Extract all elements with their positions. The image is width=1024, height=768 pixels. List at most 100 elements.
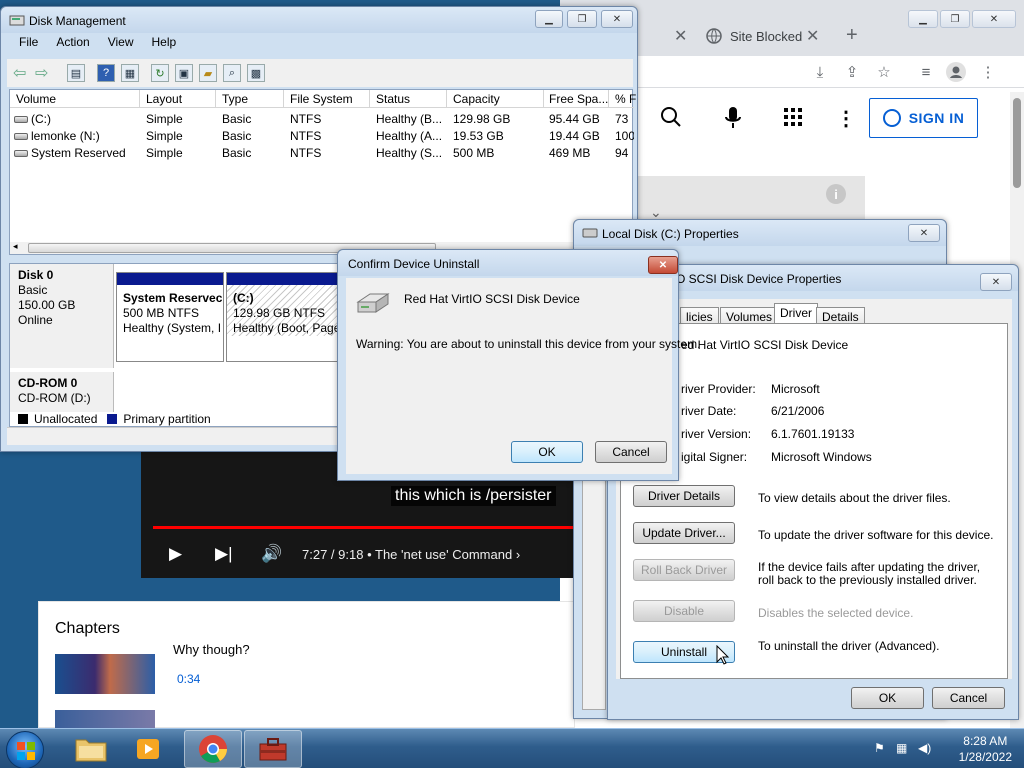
menu-icon[interactable]: ⋮: [978, 62, 998, 82]
chapter-title[interactable]: The 'net use' Command: [375, 547, 512, 562]
info-icon[interactable]: i: [826, 184, 846, 204]
legend-primary: Primary partition: [123, 412, 211, 426]
confirm-device-uninstall-dialog: Confirm Device Uninstall ✕ Red Hat VirtI…: [337, 249, 700, 481]
console-tree-icon[interactable]: ▤: [67, 64, 85, 82]
column-header[interactable]: Capacity: [453, 92, 500, 106]
close-button[interactable]: ✕: [980, 273, 1012, 291]
microphone-icon[interactable]: [724, 106, 742, 133]
layout-cell: Simple: [146, 112, 183, 126]
disk0-label[interactable]: Disk 0 Basic 150.00 GB Online: [10, 264, 114, 368]
chapter-thumbnail[interactable]: [55, 710, 155, 728]
menu-help[interactable]: Help: [152, 35, 177, 57]
column-header[interactable]: File System: [290, 92, 353, 106]
maximize-button[interactable]: ❐: [940, 10, 970, 28]
volume-icon[interactable]: 🔊: [261, 544, 282, 564]
table-row[interactable]: System Reserved Simple Basic NTFS Health…: [10, 144, 634, 161]
action-center-icon[interactable]: ⚑: [874, 741, 890, 755]
mouse-cursor-icon: [716, 645, 730, 665]
minimize-button[interactable]: ▁: [535, 10, 563, 28]
refresh-icon[interactable]: ↻: [151, 64, 169, 82]
sign-in-button[interactable]: SIGN IN: [869, 98, 978, 138]
network-icon[interactable]: ▦: [896, 741, 912, 755]
column-header[interactable]: Layout: [146, 92, 182, 106]
cancel-button[interactable]: Cancel: [932, 687, 1005, 709]
new-tab-button[interactable]: +: [846, 24, 858, 47]
disable-button[interactable]: Disable: [633, 600, 735, 622]
column-header[interactable]: Type: [222, 92, 248, 106]
help-icon[interactable]: ?: [97, 64, 115, 82]
digital-signer-label: igital Signer:: [681, 450, 748, 464]
video-caption: this which is /persister: [391, 486, 556, 506]
column-header[interactable]: Free Spa...: [549, 92, 608, 106]
dialog-body: Red Hat VirtIO SCSI Disk Device Warning:…: [346, 278, 700, 474]
menu-action[interactable]: Action: [56, 35, 89, 57]
column-header[interactable]: % F: [615, 92, 636, 106]
chapters-title: Chapters: [55, 620, 120, 637]
forward-arrow-icon[interactable]: ⇨: [35, 63, 48, 83]
close-button[interactable]: ✕: [908, 224, 940, 242]
next-icon[interactable]: ▶|: [215, 544, 233, 564]
partition-system-reserved[interactable]: System Reservec 500 MB NTFS Healthy (Sys…: [116, 272, 224, 362]
volume-icon[interactable]: ◀): [918, 741, 934, 755]
window-title: O SCSI Disk Device Properties: [676, 272, 842, 286]
tab-close-icon[interactable]: ✕: [806, 26, 819, 46]
share-icon[interactable]: ⇪: [842, 62, 862, 82]
download-icon[interactable]: ⤓: [810, 62, 830, 82]
cancel-button[interactable]: Cancel: [595, 441, 667, 463]
list-view-icon[interactable]: ▦: [121, 64, 139, 82]
clock-date: 1/28/2022: [958, 750, 1012, 764]
capacity-cell: 500 MB: [453, 146, 495, 160]
more-options-icon[interactable]: ⋮: [836, 106, 856, 131]
table-row[interactable]: (C:) Simple Basic NTFS Healthy (B... 129…: [10, 110, 634, 127]
legend: Unallocated Primary partition: [18, 412, 211, 426]
cdrom-label[interactable]: CD-ROM 0 CD-ROM (D:): [10, 372, 114, 412]
scroll-left-icon[interactable]: ◂: [13, 241, 18, 252]
media-player-taskbar-button[interactable]: [120, 730, 178, 768]
driver-details-button[interactable]: Driver Details: [633, 485, 735, 507]
ok-button[interactable]: OK: [851, 687, 924, 709]
column-header[interactable]: Status: [376, 92, 410, 106]
chapter-item-title[interactable]: Why though?: [173, 642, 250, 657]
free-space-cell: 469 MB: [549, 146, 591, 160]
chrome-taskbar-button[interactable]: [184, 730, 242, 768]
roll-back-driver-desc: If the device fails after updating the d…: [758, 560, 981, 587]
menu-file[interactable]: File: [19, 35, 38, 57]
chapter-thumbnail[interactable]: [55, 654, 155, 694]
table-row[interactable]: lemonke (N:) Simple Basic NTFS Healthy (…: [10, 127, 634, 144]
clock[interactable]: 8:28 AM 1/28/2022: [959, 733, 1012, 765]
filesystem-cell: NTFS: [290, 129, 322, 143]
explorer-taskbar-button[interactable]: [62, 730, 120, 768]
profile-icon[interactable]: [946, 62, 966, 82]
maximize-button[interactable]: ❐: [567, 10, 597, 28]
reading-list-icon[interactable]: ≡: [916, 62, 936, 82]
update-driver-button[interactable]: Update Driver...: [633, 522, 735, 544]
disk-state: Online: [18, 313, 53, 327]
close-button[interactable]: ✕: [972, 10, 1016, 28]
column-header[interactable]: Volume: [16, 92, 56, 106]
menu-view[interactable]: View: [108, 35, 134, 57]
back-arrow-icon[interactable]: ⇦: [13, 63, 26, 83]
filesystem-cell: NTFS: [290, 146, 322, 160]
video-progress-bar[interactable]: [153, 526, 573, 529]
ok-button[interactable]: OK: [511, 441, 583, 463]
minimize-button[interactable]: ▁: [908, 10, 938, 28]
toolbox-taskbar-button[interactable]: [244, 730, 302, 768]
apps-grid-icon[interactable]: [784, 108, 802, 129]
search-icon[interactable]: [660, 106, 682, 131]
status-cell: Healthy (B...: [376, 112, 443, 126]
search-icon[interactable]: ⌕: [223, 64, 241, 82]
close-button[interactable]: ✕: [601, 10, 633, 28]
play-icon[interactable]: ▶: [169, 544, 182, 564]
properties-icon[interactable]: ▩: [247, 64, 265, 82]
tab-close-icon[interactable]: ✕: [674, 26, 687, 46]
partition-status: Healthy (System, I: [123, 321, 222, 335]
tab-site-blocked[interactable]: Site Blocked: [706, 22, 802, 50]
rescan-icon[interactable]: ▣: [175, 64, 193, 82]
start-button[interactable]: [6, 731, 44, 768]
star-icon[interactable]: ☆: [874, 62, 894, 82]
chapter-item-time[interactable]: 0:34: [177, 672, 200, 686]
close-button[interactable]: ✕: [648, 256, 678, 274]
partition-c-drive[interactable]: (C:) 129.98 GB NTFS Healthy (Boot, Page: [226, 272, 340, 362]
open-folder-icon[interactable]: ▰: [199, 64, 217, 82]
roll-back-driver-button[interactable]: Roll Back Driver: [633, 559, 735, 581]
